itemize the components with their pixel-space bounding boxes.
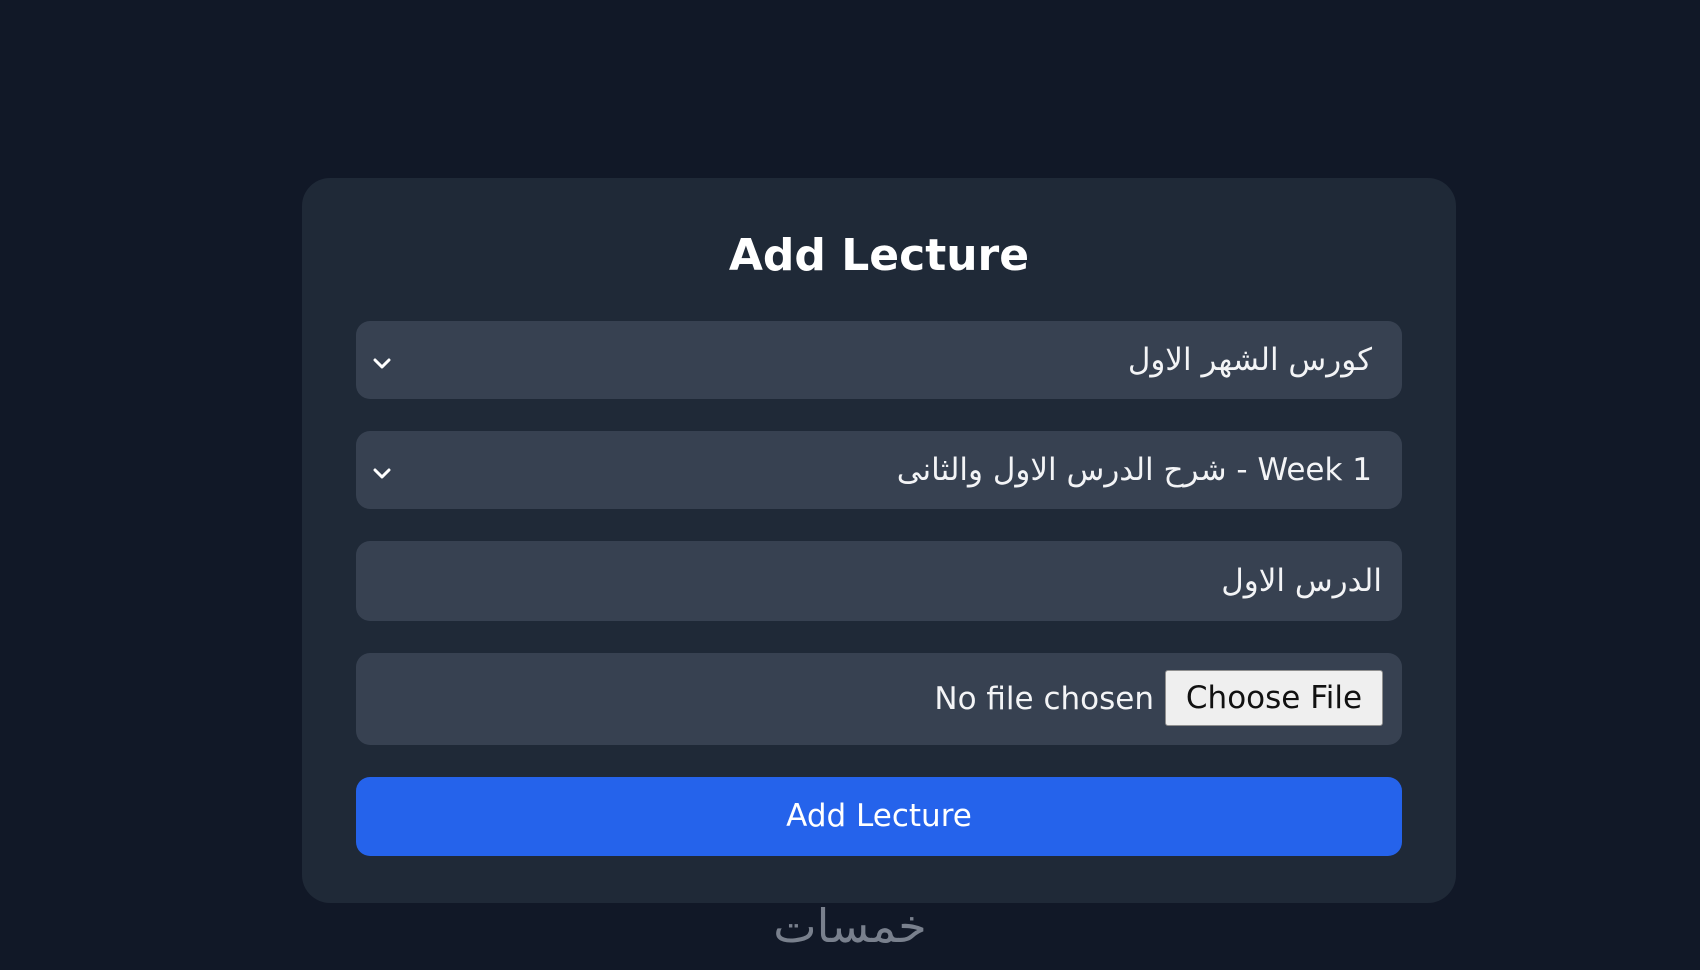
chevron-down-icon — [370, 348, 394, 372]
chevron-down-icon — [370, 458, 394, 482]
form-title: Add Lecture — [728, 230, 1030, 281]
week-select-value: Week 1 - شرح الدرس الاول والثانى — [896, 452, 1372, 488]
week-select[interactable]: Week 1 - شرح الدرس الاول والثانى — [356, 431, 1402, 509]
watermark-logo: خمسات — [773, 899, 927, 953]
page: Add Lecture كورس الشهر الاول Week 1 - شر… — [0, 0, 1700, 970]
lecture-name-value: الدرس الاول — [1221, 563, 1382, 599]
add-lecture-card: Add Lecture كورس الشهر الاول Week 1 - شر… — [302, 178, 1456, 903]
file-status-text: No file chosen — [934, 681, 1154, 717]
lecture-name-input[interactable]: الدرس الاول — [356, 541, 1402, 621]
course-select-value: كورس الشهر الاول — [1127, 342, 1372, 378]
add-lecture-button[interactable]: Add Lecture — [356, 777, 1402, 856]
course-select[interactable]: كورس الشهر الاول — [356, 321, 1402, 399]
choose-file-button[interactable]: Choose File — [1165, 670, 1383, 726]
file-input[interactable]: No file chosen Choose File — [356, 653, 1402, 745]
